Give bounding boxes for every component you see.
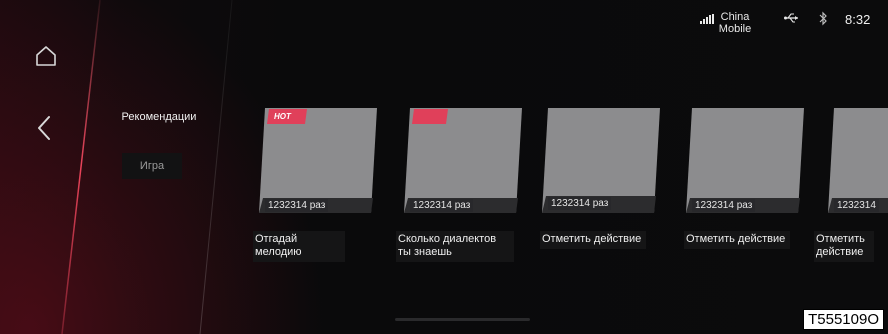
scroll-indicator[interactable] [395, 318, 530, 321]
bluetooth-icon [819, 11, 827, 26]
card-title[interactable]: Отметить действие [540, 231, 646, 249]
card-play-count: 1232314 раз [692, 199, 756, 212]
card-2[interactable]: 1232314 раз [404, 108, 522, 213]
card-title[interactable]: Отметить действие [684, 231, 790, 249]
signal-icon [700, 14, 714, 24]
card-thumbnail [259, 108, 377, 213]
card-3[interactable]: 1232314 раз [542, 108, 660, 213]
hot-badge: HOT [274, 112, 291, 121]
card-play-count: 1232314 раз [548, 197, 612, 210]
home-button[interactable] [28, 38, 64, 74]
figure-code-label: T555109O [803, 309, 884, 330]
card-4[interactable]: 1232314 раз [686, 108, 804, 213]
card-play-count: 1232314 раз [410, 199, 474, 212]
category-recommendations[interactable]: Рекомендации [116, 103, 202, 131]
back-icon [38, 116, 50, 140]
category-game[interactable]: Игра [122, 153, 182, 179]
carrier-name: China Mobile [718, 11, 752, 35]
card-thumbnail [686, 108, 804, 213]
usb-icon [784, 13, 798, 23]
card-title[interactable]: Сколько диалектов ты знаешь [396, 231, 514, 262]
card-title[interactable]: Отметить действие [814, 231, 874, 262]
card-1[interactable]: HOT 1232314 раз [259, 108, 377, 213]
carrier-line2: Mobile [718, 23, 752, 35]
home-icon [36, 46, 56, 66]
card-play-count: 1232314 [834, 199, 879, 212]
back-button[interactable] [26, 110, 62, 146]
card-play-count: 1232314 раз [265, 199, 329, 212]
status-bar: China Mobile 8:32 [0, 8, 888, 38]
card-5[interactable]: 1232314 [828, 108, 888, 213]
infotainment-screen: China Mobile 8:32 Рекомендации Игра HOT … [0, 0, 888, 334]
card-thumbnail [828, 108, 888, 213]
card-title[interactable]: Отгадай мелодию [253, 231, 345, 262]
clock: 8:32 [845, 12, 871, 27]
card-thumbnail [404, 108, 522, 213]
carrier-line1: China [720, 11, 750, 23]
